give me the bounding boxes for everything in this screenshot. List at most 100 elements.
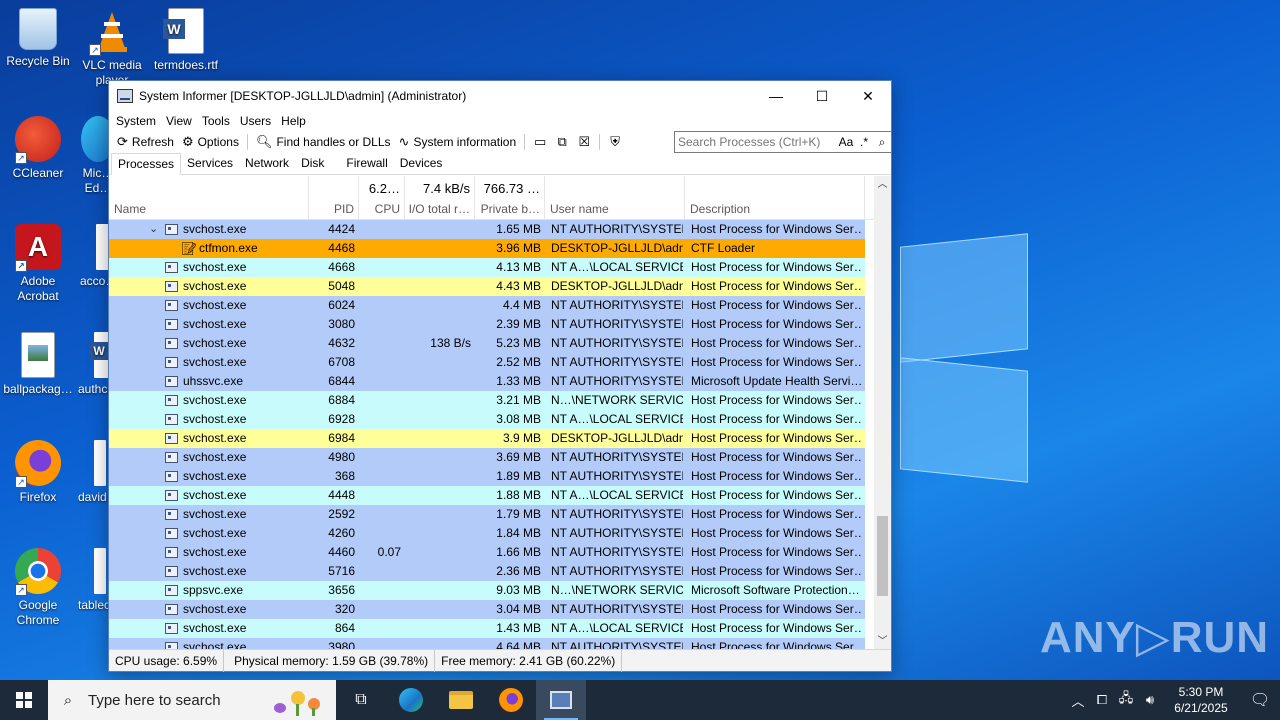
desktop-icon-termdoes[interactable]: W termdoes.rtf <box>148 8 224 73</box>
process-row[interactable]: svchost.exe 6708 2.52 MB NT AUTHORITY\SYSTE… <box>109 353 865 372</box>
scrollbar-thumb[interactable] <box>877 516 888 596</box>
description-cell: Host Process for Windows Ser… <box>691 431 863 445</box>
expand-chevron-icon[interactable]: ⌄ <box>149 220 158 239</box>
private-bytes-cell: 2.39 MB <box>496 317 541 331</box>
process-row[interactable]: svchost.exe 5048 4.43 MB DESKTOP-JGLLJLD\ad… <box>109 277 865 296</box>
options-button[interactable]: ⚙ Options <box>178 131 243 153</box>
device-icon[interactable]: ⧠ <box>1090 692 1114 708</box>
column-header-description[interactable]: Description <box>685 176 865 220</box>
menu-system[interactable]: System <box>111 114 161 128</box>
process-row[interactable]: svchost.exe 6928 3.08 MB NT A…\LOCAL SERVIC… <box>109 410 865 429</box>
process-row[interactable]: svchost.exe 2592 1.79 MB NT AUTHORITY\SYSTE… <box>109 505 865 524</box>
column-header-pid[interactable]: PID <box>309 176 359 220</box>
process-icon <box>165 623 178 634</box>
taskbar-file-explorer[interactable] <box>436 680 486 720</box>
private-bytes-cell: 4.4 MB <box>502 298 541 312</box>
desktop-icon-tablec[interactable]: tablec… <box>78 548 110 613</box>
private-bytes-cell: 1.79 MB <box>496 507 541 521</box>
process-row[interactable]: svchost.exe 4632 138 B/s 5.23 MB NT AUTHORIT… <box>109 334 865 353</box>
process-row[interactable]: svchost.exe 3080 2.39 MB NT AUTHORITY\SYSTE… <box>109 315 865 334</box>
process-row[interactable]: svchost.exe 6984 3.9 MB DESKTOP-JGLLJLD\adm… <box>109 429 865 448</box>
column-pid-label: PID <box>333 202 354 216</box>
find-window-button[interactable]: ⧉ <box>551 131 573 153</box>
desktop-icon-recycle-bin[interactable]: Recycle Bin <box>0 8 76 69</box>
desktop-icon-chrome[interactable]: ↗ Google Chrome <box>0 548 76 628</box>
process-row[interactable]: svchost.exe 6024 4.4 MB NT AUTHORITY\SYSTEM… <box>109 296 865 315</box>
process-icon <box>165 509 178 520</box>
system-information-button[interactable]: ∿ System information <box>395 131 521 153</box>
process-row[interactable]: svchost.exe 4460 0.07 1.66 MB NT AUTHORITY\S… <box>109 543 865 562</box>
tab-network[interactable]: Network <box>239 154 295 174</box>
terminate-button[interactable]: ☒ <box>573 131 595 153</box>
taskbar-task-view[interactable]: ⧉ <box>336 680 386 720</box>
desktop-icon-acrobat[interactable]: A ↗ Adobe Acrobat <box>0 224 76 304</box>
cpu-cell <box>359 334 401 353</box>
column-header-cpu[interactable]: 6.2… CPU <box>359 176 405 220</box>
pid-cell: 3656 <box>328 583 355 597</box>
process-row[interactable]: svchost.exe 4260 1.84 MB NT AUTHORITY\SYSTE… <box>109 524 865 543</box>
process-row[interactable]: svchost.exe 4448 1.88 MB NT A…\LOCAL SERVIC… <box>109 486 865 505</box>
search-input[interactable] <box>675 133 837 151</box>
refresh-button[interactable]: ⟳ Refresh <box>113 131 178 153</box>
match-case-toggle[interactable]: Aa <box>837 135 855 149</box>
column-header-private-bytes[interactable]: 766.73 … Private b… <box>475 176 545 220</box>
volume-icon[interactable]: 🔊︎ <box>1138 692 1162 708</box>
column-header-name[interactable]: Name <box>109 176 309 220</box>
vertical-scrollbar[interactable]: ︿ ﹀ <box>874 176 891 650</box>
process-row[interactable]: sppsvc.exe 3656 9.03 MB N…\NETWORK SERVICE M… <box>109 581 865 600</box>
process-row[interactable]: ⌄ svchost.exe 4424 1.65 MB NT AUTHORITY\SYST… <box>109 220 865 239</box>
desktop-icon-firefox[interactable]: ↗ Firefox <box>0 440 76 505</box>
io-cell <box>405 315 471 334</box>
process-row[interactable]: svchost.exe 6884 3.21 MB N…\NETWORK SERVICE… <box>109 391 865 410</box>
scroll-up-arrow-icon[interactable]: ︿ <box>874 176 891 193</box>
tab-firewall[interactable]: Firewall <box>330 154 393 174</box>
tab-services[interactable]: Services <box>181 154 239 174</box>
process-row[interactable]: uhssvc.exe 6844 1.33 MB NT AUTHORITY\SYSTEM… <box>109 372 865 391</box>
process-row[interactable]: 📝︎ ctfmon.exe 4468 3.96 MB DESKTOP-JGLLJLD\a… <box>109 239 865 258</box>
desktop-icon-vlc[interactable]: ↗ VLC media player <box>74 8 150 88</box>
desktop-icon-acco[interactable]: acco… <box>80 224 110 289</box>
desktop-icon-ccleaner[interactable]: ↗ CCleaner <box>0 116 76 181</box>
menu-view[interactable]: View <box>161 114 197 128</box>
user-name-cell: N…\NETWORK SERVICE <box>551 583 683 597</box>
process-row[interactable]: svchost.exe 4668 4.13 MB NT A…\LOCAL SERVIC… <box>109 258 865 277</box>
process-row[interactable]: svchost.exe 368 1.89 MB NT AUTHORITY\SYSTEM… <box>109 467 865 486</box>
shield-button[interactable]: ⛨ <box>604 131 626 153</box>
column-header-user-name[interactable]: User name <box>545 176 685 220</box>
taskbar-system-informer[interactable] <box>536 680 586 720</box>
desktop-icon-david[interactable]: david… <box>78 440 108 505</box>
regex-toggle[interactable]: .* <box>855 135 873 149</box>
find-handles-button[interactable]: 🔍︎ Find handles or DLLs <box>252 131 395 153</box>
taskbar-edge[interactable] <box>386 680 436 720</box>
process-row[interactable]: svchost.exe 5716 2.36 MB NT AUTHORITY\SYSTE… <box>109 562 865 581</box>
tab-processes[interactable]: Processes <box>111 153 182 175</box>
process-row[interactable]: svchost.exe 320 3.04 MB NT AUTHORITY\SYSTEM… <box>109 600 865 619</box>
menu-tools[interactable]: Tools <box>197 114 235 128</box>
menu-users[interactable]: Users <box>235 114 276 128</box>
system-informer-app-icon <box>117 89 133 103</box>
tab-devices[interactable]: Devices <box>394 154 449 174</box>
column-header-io[interactable]: 7.4 kB/s I/O total r… <box>405 176 475 220</box>
chevron-up-icon[interactable]: ︿ <box>1066 691 1090 710</box>
window-icon-button[interactable]: ▭ <box>529 131 551 153</box>
menu-help[interactable]: Help <box>276 114 311 128</box>
io-cell <box>405 353 471 372</box>
taskbar-firefox[interactable] <box>486 680 536 720</box>
io-cell <box>405 239 471 258</box>
minimize-button[interactable]: — <box>753 81 799 111</box>
taskbar-clock[interactable]: 5:30 PM 6/21/2025 <box>1162 684 1240 716</box>
process-row[interactable]: svchost.exe 4980 3.69 MB NT AUTHORITY\SYSTE… <box>109 448 865 467</box>
window-titlebar[interactable]: System Informer [DESKTOP-JGLLJLD\admin] … <box>109 81 891 111</box>
scroll-down-arrow-icon[interactable]: ﹀ <box>874 633 891 650</box>
network-icon[interactable]: 🖧︎ <box>1114 689 1138 711</box>
search-icon[interactable]: ⌕ <box>873 135 891 150</box>
close-button[interactable]: ✕ <box>845 81 891 111</box>
taskbar-search[interactable]: ⌕ Type here to search <box>48 680 336 720</box>
start-button[interactable] <box>0 680 48 720</box>
tab-disk[interactable]: Disk <box>295 154 330 174</box>
process-row[interactable]: svchost.exe 864 1.43 MB NT A…\LOCAL SERVICE… <box>109 619 865 638</box>
notification-icon[interactable]: 🗨︎ <box>1240 690 1280 710</box>
desktop-icon-ballpackag[interactable]: ballpackag… <box>0 332 76 397</box>
maximize-button[interactable]: ☐ <box>799 81 845 111</box>
process-icon <box>165 604 178 615</box>
